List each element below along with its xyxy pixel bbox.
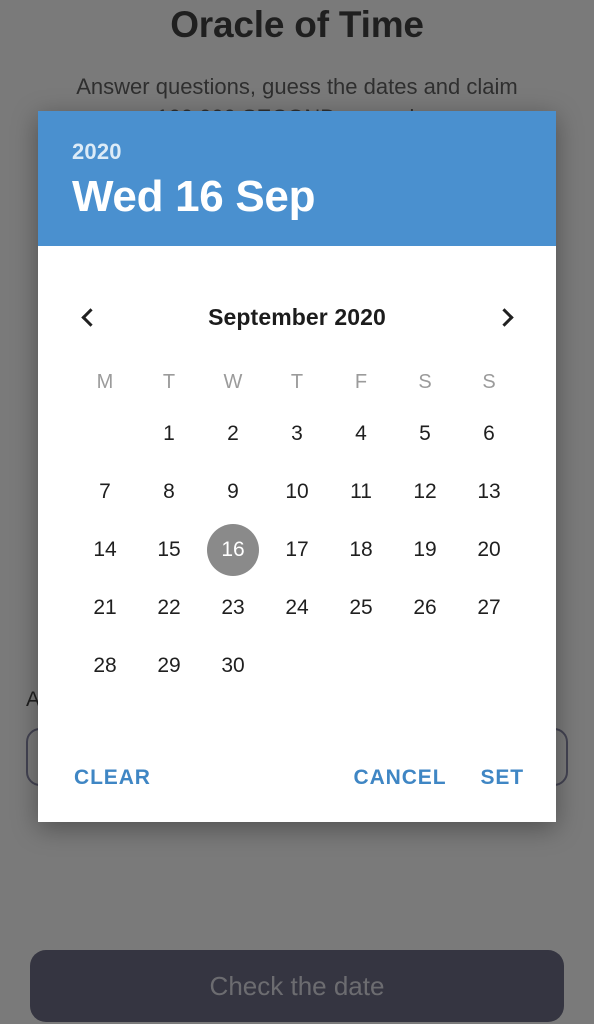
calendar-day[interactable]: 13 xyxy=(457,463,521,521)
calendar-day-label: 6 xyxy=(483,422,495,445)
calendar-day[interactable]: 28 xyxy=(73,637,137,695)
calendar-day[interactable]: 23 xyxy=(201,579,265,637)
date-picker-dialog: 2020 Wed 16 Sep September 2020 M T W T F S S 1… xyxy=(38,111,556,822)
calendar-day[interactable]: 12 xyxy=(393,463,457,521)
calendar-day[interactable]: 8 xyxy=(137,463,201,521)
calendar-day-label: 24 xyxy=(285,596,309,619)
calendar-day-label: 19 xyxy=(413,538,437,561)
date-picker-body: September 2020 MTWTFSS 1 2 3 4 5 6 7 8 9 10 11 12 13… xyxy=(38,246,556,822)
calendar-day[interactable]: 26 xyxy=(393,579,457,637)
calendar-day[interactable]: 22 xyxy=(137,579,201,637)
calendar-day-label: 20 xyxy=(477,538,501,561)
calendar-day[interactable]: 17 xyxy=(265,521,329,579)
weekday-header: S xyxy=(418,370,432,393)
calendar-day-label: 9 xyxy=(227,480,239,503)
calendar-day-selected[interactable]: 16 xyxy=(201,521,265,579)
current-month-label: September 2020 xyxy=(208,303,386,330)
calendar-day-label: 18 xyxy=(349,538,373,561)
calendar-day-label: 23 xyxy=(221,596,245,619)
cancel-button[interactable]: CANCEL xyxy=(354,766,447,790)
calendar-day[interactable]: 5 xyxy=(393,405,457,463)
calendar-day-label: 7 xyxy=(99,480,111,503)
calendar-day[interactable]: 19 xyxy=(393,521,457,579)
calendar-day[interactable]: 15 xyxy=(137,521,201,579)
calendar-day-empty xyxy=(73,405,137,463)
calendar-day[interactable]: 2 xyxy=(201,405,265,463)
weekday-header: T xyxy=(290,370,304,393)
calendar-grid: MTWTFSS 1 2 3 4 5 6 7 8 9 10 11 12 13 14 15 16 17 18 19 20 2… xyxy=(38,359,556,695)
prev-month-button[interactable] xyxy=(60,289,116,345)
calendar-day[interactable]: 30 xyxy=(201,637,265,695)
app-screen: Oracle of Time Answer questions, guess t… xyxy=(0,0,594,1024)
calendar-day-label: 3 xyxy=(291,422,303,445)
chevron-left-icon xyxy=(80,307,100,327)
calendar-day-label: 30 xyxy=(221,654,245,677)
calendar-day-label: 16 xyxy=(207,524,259,576)
calendar-day[interactable]: 25 xyxy=(329,579,393,637)
calendar-day[interactable]: 24 xyxy=(265,579,329,637)
calendar-day[interactable]: 29 xyxy=(137,637,201,695)
calendar-day[interactable]: 10 xyxy=(265,463,329,521)
calendar-day-label: 4 xyxy=(355,422,367,445)
calendar-weeks: 1 2 3 4 5 6 7 8 9 10 11 12 13 14 15 16 17 18 19 20 21 22 23 24 2… xyxy=(73,405,521,695)
calendar-week-row: 21 22 23 24 25 26 27 xyxy=(73,579,521,637)
calendar-day-label: 5 xyxy=(419,422,431,445)
calendar-day-label: 13 xyxy=(477,480,501,503)
calendar-day[interactable]: 1 xyxy=(137,405,201,463)
dialog-actions: CLEAR CANCEL SET xyxy=(38,734,556,822)
calendar-day[interactable]: 14 xyxy=(73,521,137,579)
calendar-week-row: 1 2 3 4 5 6 xyxy=(73,405,521,463)
weekday-header: M xyxy=(96,370,114,393)
calendar-day-label: 8 xyxy=(163,480,175,503)
next-month-button[interactable] xyxy=(478,289,534,345)
calendar-day[interactable]: 11 xyxy=(329,463,393,521)
calendar-day[interactable]: 20 xyxy=(457,521,521,579)
calendar-day[interactable]: 3 xyxy=(265,405,329,463)
clear-button[interactable]: CLEAR xyxy=(74,766,151,790)
calendar-day-empty xyxy=(329,637,393,695)
month-navigation: September 2020 xyxy=(38,281,556,353)
calendar-day-label: 1 xyxy=(163,422,175,445)
calendar-day-label: 10 xyxy=(285,480,309,503)
calendar-day-empty xyxy=(265,637,329,695)
calendar-day-label: 2 xyxy=(227,422,239,445)
calendar-day-label: 27 xyxy=(477,596,501,619)
calendar-week-row: 7 8 9 10 11 12 13 xyxy=(73,463,521,521)
calendar-day[interactable]: 4 xyxy=(329,405,393,463)
date-picker-header: 2020 Wed 16 Sep xyxy=(38,111,556,246)
weekday-header: F xyxy=(354,370,368,393)
calendar-day[interactable]: 27 xyxy=(457,579,521,637)
calendar-day[interactable]: 7 xyxy=(73,463,137,521)
calendar-day[interactable]: 21 xyxy=(73,579,137,637)
weekday-header: S xyxy=(482,370,496,393)
set-button[interactable]: SET xyxy=(480,766,524,790)
calendar-week-row: 28 29 30 xyxy=(73,637,521,695)
calendar-day-label: 26 xyxy=(413,596,437,619)
calendar-week-row: 14 15 16 17 18 19 20 xyxy=(73,521,521,579)
calendar-day-label: 29 xyxy=(157,654,181,677)
chevron-right-icon xyxy=(494,307,514,327)
calendar-day-label: 15 xyxy=(157,538,181,561)
weekday-header: W xyxy=(223,370,243,393)
selected-year[interactable]: 2020 xyxy=(72,139,522,165)
calendar-day[interactable]: 6 xyxy=(457,405,521,463)
calendar-day-label: 22 xyxy=(157,596,181,619)
calendar-day-label: 12 xyxy=(413,480,437,503)
calendar-day-label: 25 xyxy=(349,596,373,619)
calendar-day-label: 14 xyxy=(93,538,117,561)
calendar-day-label: 11 xyxy=(350,480,372,503)
weekday-header: T xyxy=(162,370,176,393)
calendar-day-label: 28 xyxy=(93,654,117,677)
calendar-day[interactable]: 18 xyxy=(329,521,393,579)
calendar-day[interactable]: 9 xyxy=(201,463,265,521)
selected-date-headline[interactable]: Wed 16 Sep xyxy=(72,169,522,225)
calendar-day-label: 21 xyxy=(93,596,117,619)
calendar-day-empty xyxy=(393,637,457,695)
calendar-day-label: 17 xyxy=(285,538,309,561)
calendar-day-empty xyxy=(457,637,521,695)
weekday-header-row: MTWTFSS xyxy=(73,359,521,405)
